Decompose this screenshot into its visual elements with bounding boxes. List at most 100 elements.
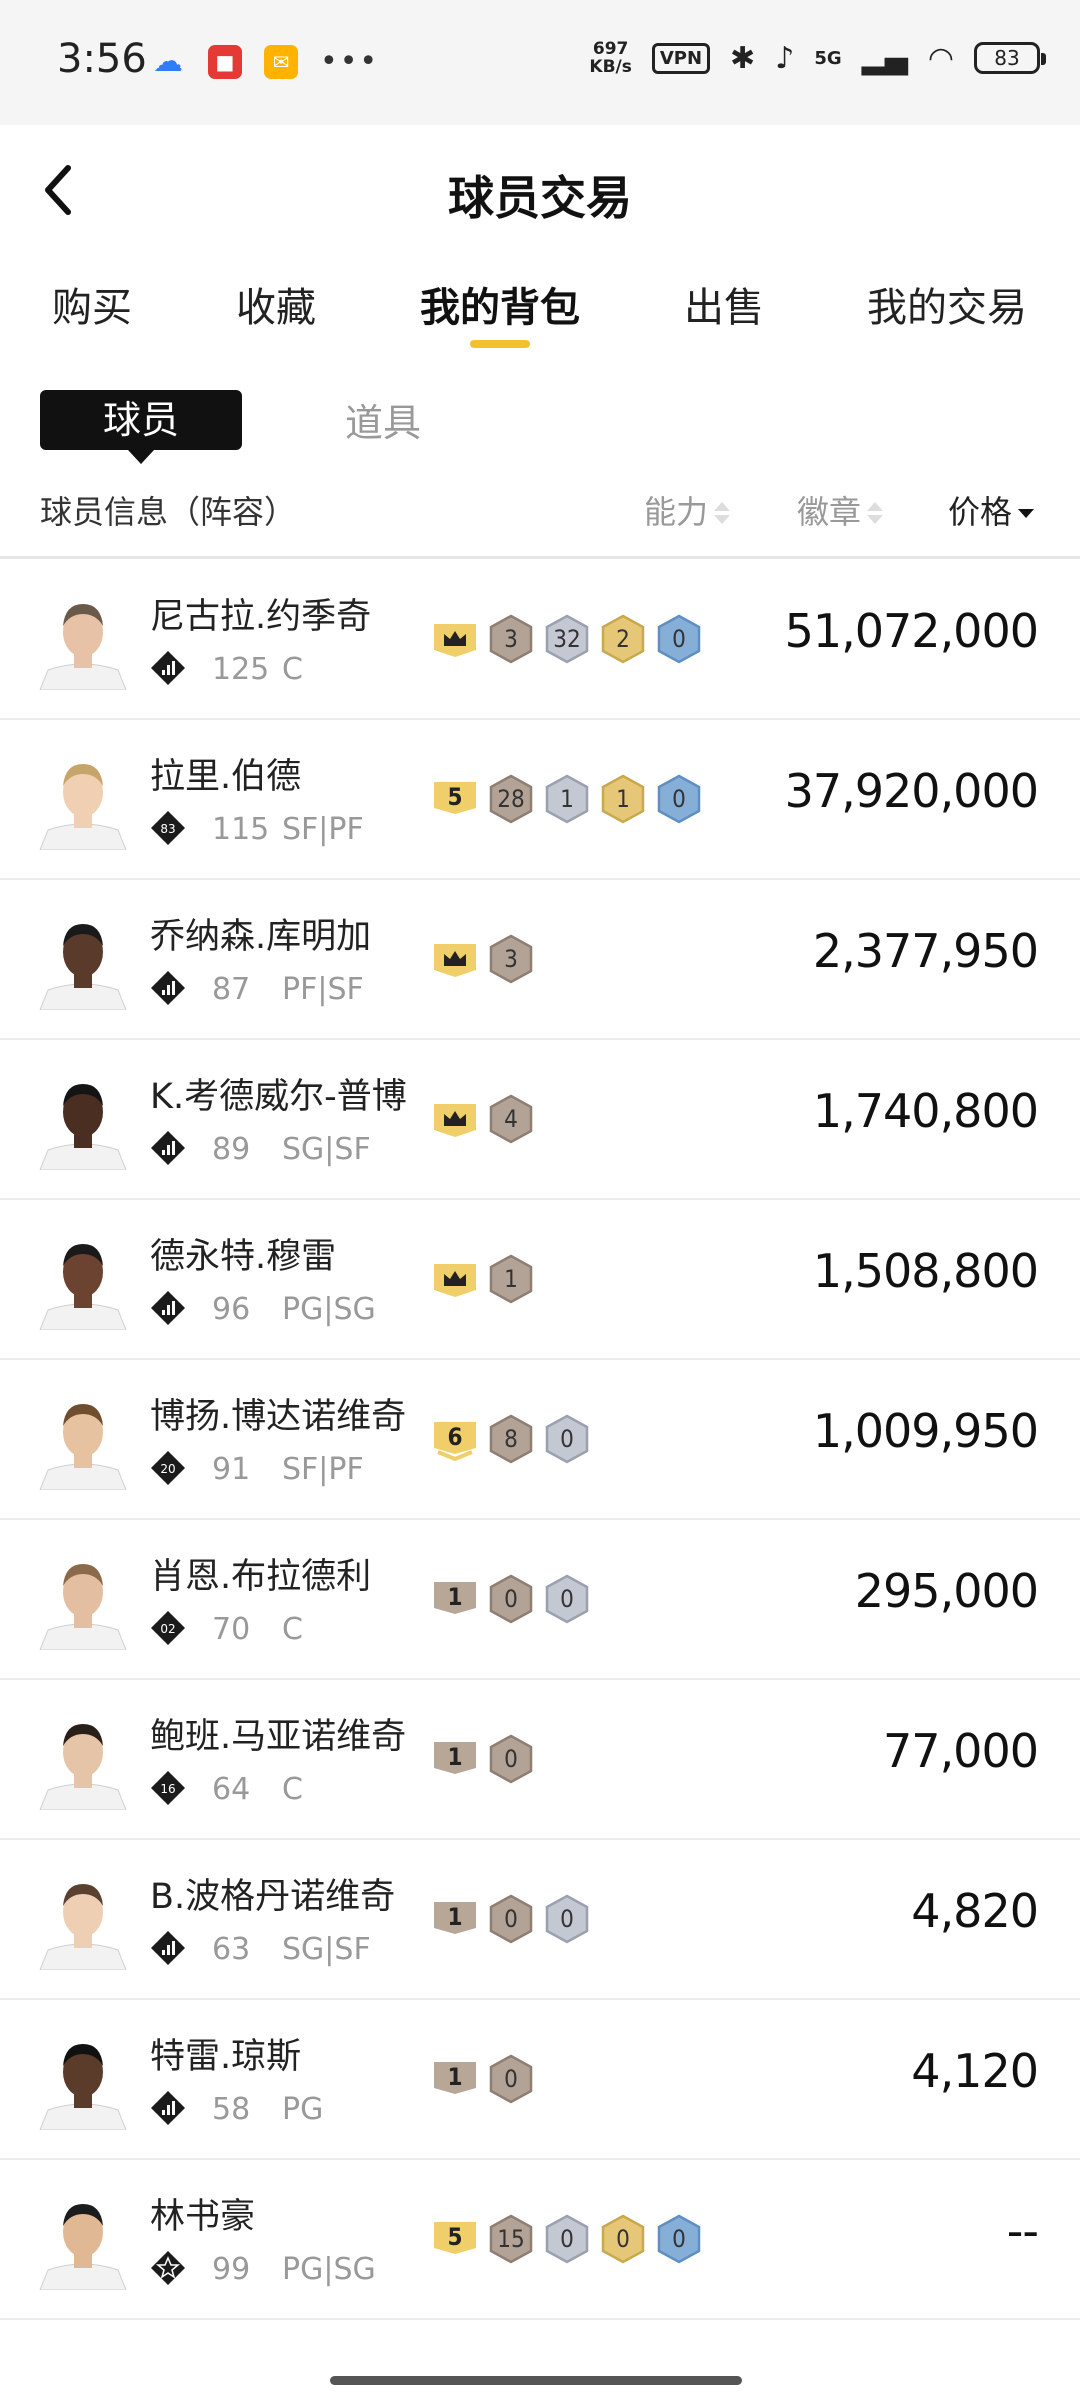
cloud-sync-icon: ☁ — [153, 44, 183, 79]
battery-indicator: 83 — [974, 42, 1046, 74]
player-position: SF|PF — [282, 1452, 364, 1487]
silver-badge-icon: 0 — [544, 1574, 590, 1624]
player-position: PG|SG — [282, 2252, 376, 2287]
badge-count: 15 — [497, 2225, 525, 2253]
badge-count: 0 — [504, 1585, 518, 1613]
player-name: 拉里.伯德 — [150, 757, 302, 797]
level-badge-icon: 1 — [432, 2054, 478, 2104]
bronze-badge-icon: 0 — [488, 2054, 534, 2104]
player-name: B.波格丹诺维奇 — [150, 1877, 396, 1917]
player-row[interactable]: 德永特.穆雷 96 PG|SG 1 1,508,800 — [0, 1200, 1080, 1360]
column-badge-sort[interactable]: 徽章 — [797, 487, 884, 533]
player-name: 德永特.穆雷 — [150, 1237, 337, 1277]
column-ability-sort[interactable]: 能力 — [644, 487, 731, 533]
signal-icon: ▂▄ — [861, 40, 908, 76]
tier-icon: 20 — [150, 1450, 186, 1486]
player-position: C — [282, 1772, 303, 1807]
player-price: -- — [1006, 2204, 1039, 2258]
level-badge-value: 1 — [447, 2063, 463, 2091]
player-row[interactable]: 拉里.伯德 83 115 SF|PF 5 28 1 1 0 37,920,000 — [0, 720, 1080, 880]
player-avatar — [38, 910, 128, 1011]
player-position: PG — [282, 2092, 324, 2127]
subtab-items[interactable]: 道具 — [345, 392, 421, 447]
tab-sell[interactable]: 出售 — [684, 275, 764, 333]
player-avatar — [38, 1070, 128, 1171]
player-row[interactable]: 乔纳森.库明加 87 PF|SF 3 2,377,950 — [0, 880, 1080, 1040]
player-position: SG|SF — [282, 1932, 371, 1967]
gold-badge-icon: 1 — [600, 774, 646, 824]
player-price: 295,000 — [854, 1564, 1039, 1618]
bronze-badge-icon: 15 — [488, 2214, 534, 2264]
badge-list: 6 8 0 — [432, 1414, 590, 1464]
player-row[interactable]: 博扬.博达诺维奇 20 91 SF|PF 6 8 0 1,009,950 — [0, 1360, 1080, 1520]
crown-icon — [432, 1260, 478, 1298]
level-badge-icon: 1 — [432, 1574, 478, 1624]
level-badge-value: 5 — [447, 783, 463, 811]
player-rating: 63 — [212, 1932, 251, 1967]
player-name: 肖恩.布拉德利 — [150, 1557, 372, 1597]
tier-icon — [150, 970, 186, 1006]
tier-icon — [150, 2250, 186, 2286]
player-row[interactable]: B.波格丹诺维奇 63 SG|SF 1 0 0 4,820 — [0, 1840, 1080, 2000]
badge-count: 0 — [560, 1905, 574, 1933]
player-list: 尼古拉.约季奇 125 C 3 32 2 0 51,072,000 拉里.伯德 83 115 SF|P… — [0, 560, 1080, 2320]
tab-my-trades[interactable]: 我的交易 — [867, 275, 1027, 333]
level-badge-icon: 6 — [432, 1414, 478, 1464]
svg-text:02: 02 — [160, 1622, 175, 1636]
badge-list: 5 28 1 1 0 — [432, 774, 702, 824]
tier-icon — [150, 1290, 186, 1326]
player-row[interactable]: 特雷.琼斯 58 PG 1 0 4,120 — [0, 2000, 1080, 2160]
badge-list: 4 — [432, 1094, 534, 1144]
badge-count: 0 — [672, 2225, 686, 2253]
bronze-badge-icon: 8 — [488, 1414, 534, 1464]
player-name: K.考德威尔-普博 — [150, 1077, 407, 1117]
app-red-icon: ■ — [208, 44, 242, 79]
player-rating: 125 — [212, 652, 270, 687]
player-row[interactable]: 肖恩.布拉德利 02 70 C 1 0 0 295,000 — [0, 1520, 1080, 1680]
player-avatar — [38, 2190, 128, 2291]
badge-list: 10 — [432, 1734, 534, 1784]
silver-badge-icon: 0 — [544, 1414, 590, 1464]
home-indicator[interactable] — [330, 2376, 742, 2385]
column-ability-label: 能力 — [644, 493, 709, 531]
badge-list: 3 — [432, 934, 534, 984]
player-position: SG|SF — [282, 1132, 371, 1167]
silver-badge-icon: 32 — [544, 614, 590, 664]
badge-count: 1 — [504, 1265, 518, 1293]
player-row[interactable]: 尼古拉.约季奇 125 C 3 32 2 0 51,072,000 — [0, 560, 1080, 720]
crown-icon — [432, 940, 478, 978]
bronze-badge-icon: 0 — [488, 1894, 534, 1944]
bronze-badge-icon: 3 — [488, 614, 534, 664]
player-name: 乔纳森.库明加 — [150, 917, 372, 957]
player-name: 鲍班.马亚诺维奇 — [150, 1717, 407, 1757]
tier-icon: 16 — [150, 1770, 186, 1806]
subtab-players[interactable]: 球员 — [40, 390, 242, 464]
svg-text:20: 20 — [160, 1462, 175, 1476]
column-price-sort[interactable]: 价格 — [948, 487, 1035, 533]
player-avatar — [38, 1870, 128, 1971]
badge-count: 0 — [504, 2065, 518, 2093]
wifi-icon: ◠ — [927, 40, 954, 76]
player-row[interactable]: K.考德威尔-普博 89 SG|SF 4 1,740,800 — [0, 1040, 1080, 1200]
player-row[interactable]: 鲍班.马亚诺维奇 16 64 C 1 0 77,000 — [0, 1680, 1080, 1840]
tab-buy[interactable]: 购买 — [52, 275, 132, 333]
status-time: 3:56 — [57, 36, 147, 82]
tier-icon — [150, 1930, 186, 1966]
gold-badge-icon: 0 — [600, 2214, 646, 2264]
sort-icon — [714, 501, 731, 527]
status-right: 697 KB/s VPN ✱ ♪ 5G ▂▄ ◠ 83 — [589, 40, 1046, 76]
notification-icons: ☁ ■ ✉ ••• — [150, 44, 379, 79]
net-speed: 697 KB/s — [589, 40, 631, 76]
player-rating: 96 — [212, 1292, 251, 1327]
active-tab-indicator — [470, 340, 530, 348]
vpn-badge: VPN — [651, 42, 711, 74]
bronze-badge-icon: 0 — [488, 1574, 534, 1624]
tier-icon — [150, 1130, 186, 1166]
tab-my-backpack[interactable]: 我的背包 — [420, 275, 580, 333]
mail-icon: ✉ — [264, 44, 298, 79]
tab-favorites[interactable]: 收藏 — [236, 275, 316, 333]
tier-icon: 02 — [150, 1610, 186, 1646]
badge-count: 8 — [504, 1425, 518, 1453]
level-badge-value: 1 — [447, 1743, 463, 1771]
player-row[interactable]: 林书豪 99 PG|SG 5 15 0 0 0 -- — [0, 2160, 1080, 2320]
